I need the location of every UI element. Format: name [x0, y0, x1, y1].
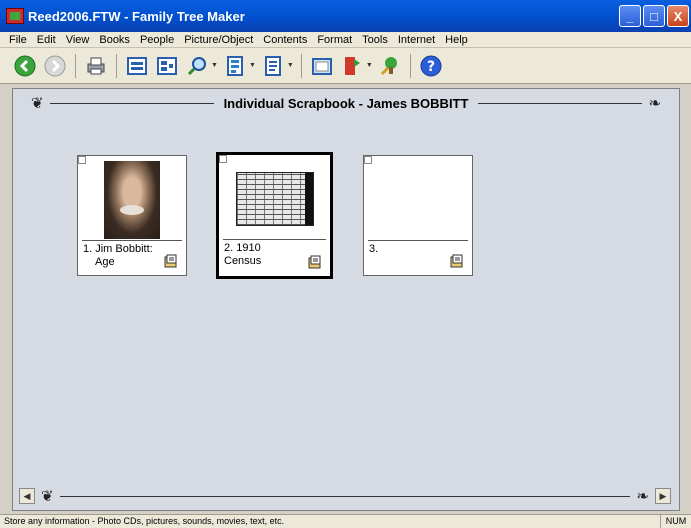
portrait-photo [104, 161, 160, 239]
toolbar-separator [116, 53, 117, 78]
toolbar-separator [300, 53, 302, 78]
menu-people[interactable]: People [135, 34, 179, 46]
num-lock-indicator: NUM [665, 516, 687, 526]
left-footer-flourish-icon: ❦ [41, 487, 54, 505]
menu-bar: File Edit View Books People Picture/Obje… [0, 32, 691, 48]
scrapbook-item-2[interactable]: 2. 1910 Census [216, 152, 333, 279]
family-page-icon[interactable] [124, 53, 150, 79]
report-icon[interactable] [260, 53, 286, 79]
item-caption: 3. [369, 243, 443, 256]
properties-icon[interactable] [308, 255, 322, 269]
status-bar: Store any information - Photo CDs, pictu… [0, 514, 691, 528]
close-button[interactable]: X [667, 5, 689, 27]
properties-icon[interactable] [164, 254, 178, 268]
scrapbook-icon[interactable] [309, 53, 335, 79]
pedigree-icon[interactable] [154, 53, 180, 79]
status-message: Store any information - Photo CDs, pictu… [0, 515, 661, 528]
dropdown-arrow[interactable]: ▼ [287, 62, 294, 69]
caption-line-2: Age [95, 256, 115, 268]
caption-line-1: 2. 1910 Census [224, 242, 262, 267]
left-flourish-icon: ❦ [31, 94, 44, 112]
scrapbook-footer: ◀ ❦ ❧ ▶ [19, 487, 671, 505]
header-rule [478, 102, 643, 104]
help-icon[interactable]: ? [418, 53, 444, 79]
scrapbook-item-3[interactable]: 3. [363, 155, 473, 276]
right-footer-flourish-icon: ❧ [636, 487, 649, 505]
caption-line-1: 1. Jim Bobbitt: [83, 243, 153, 255]
menu-help[interactable]: Help [440, 34, 473, 46]
properties-icon[interactable] [450, 254, 464, 268]
tree-icon[interactable] [377, 53, 403, 79]
right-flourish-icon: ❧ [648, 94, 662, 112]
search-icon[interactable] [184, 53, 210, 79]
print-icon[interactable] [83, 53, 109, 79]
dropdown-arrow[interactable]: ▼ [211, 62, 218, 69]
item-thumbnail [223, 159, 326, 239]
scrapbook-view[interactable]: ❦ Individual Scrapbook - James BOBBITT ❧… [12, 88, 680, 511]
census-document-image [235, 172, 314, 226]
item-caption: 1. Jim Bobbitt: Age [83, 243, 157, 269]
next-page-button[interactable]: ▶ [655, 488, 671, 504]
menu-edit[interactable]: Edit [32, 34, 61, 46]
item-caption: 2. 1910 Census [224, 242, 298, 268]
family-tree-app-icon[interactable] [6, 8, 24, 24]
scrapbook-header: ❦ Individual Scrapbook - James BOBBITT ❧ [31, 93, 661, 113]
scrapbook-item-1[interactable]: 1. Jim Bobbitt: Age [77, 155, 187, 276]
minimize-button[interactable]: _ [619, 5, 641, 27]
previous-page-button[interactable]: ◀ [19, 488, 35, 504]
maximize-button[interactable]: □ [643, 5, 665, 27]
scrapbook-title: Individual Scrapbook - James BOBBITT [223, 95, 469, 111]
menu-tools[interactable]: Tools [357, 34, 393, 46]
caption-divider [368, 240, 468, 241]
descendant-icon[interactable] [222, 53, 248, 79]
item-thumbnail [82, 160, 182, 240]
menu-format[interactable]: Format [312, 34, 357, 46]
svg-text:?: ? [427, 59, 435, 75]
caption-divider [82, 240, 182, 241]
caption-divider [223, 239, 326, 240]
menu-picture-object[interactable]: Picture/Object [179, 34, 258, 46]
back-icon[interactable] [12, 53, 38, 79]
window-title: Reed2006.FTW - Family Tree Maker [28, 8, 245, 24]
bookmark-icon[interactable] [339, 53, 365, 79]
item-thumbnail-empty [368, 160, 468, 240]
header-rule [49, 102, 214, 104]
dropdown-arrow[interactable]: ▼ [366, 62, 373, 69]
menu-contents[interactable]: Contents [258, 34, 312, 46]
menu-internet[interactable]: Internet [393, 34, 440, 46]
dropdown-arrow[interactable]: ▼ [249, 62, 256, 69]
toolbar-separator [409, 53, 411, 78]
title-bar: Reed2006.FTW - Family Tree Maker _ □ X [0, 0, 691, 32]
forward-icon[interactable] [42, 53, 68, 79]
footer-rule [59, 495, 631, 497]
toolbar: ▼ ▼ ▼ ▼ ? [0, 48, 691, 84]
menu-file[interactable]: File [4, 34, 32, 46]
menu-view[interactable]: View [61, 34, 95, 46]
menu-books[interactable]: Books [94, 34, 135, 46]
toolbar-separator [75, 53, 76, 78]
caption-line-1: 3. [369, 243, 379, 255]
window-controls: _ □ X [619, 5, 689, 27]
